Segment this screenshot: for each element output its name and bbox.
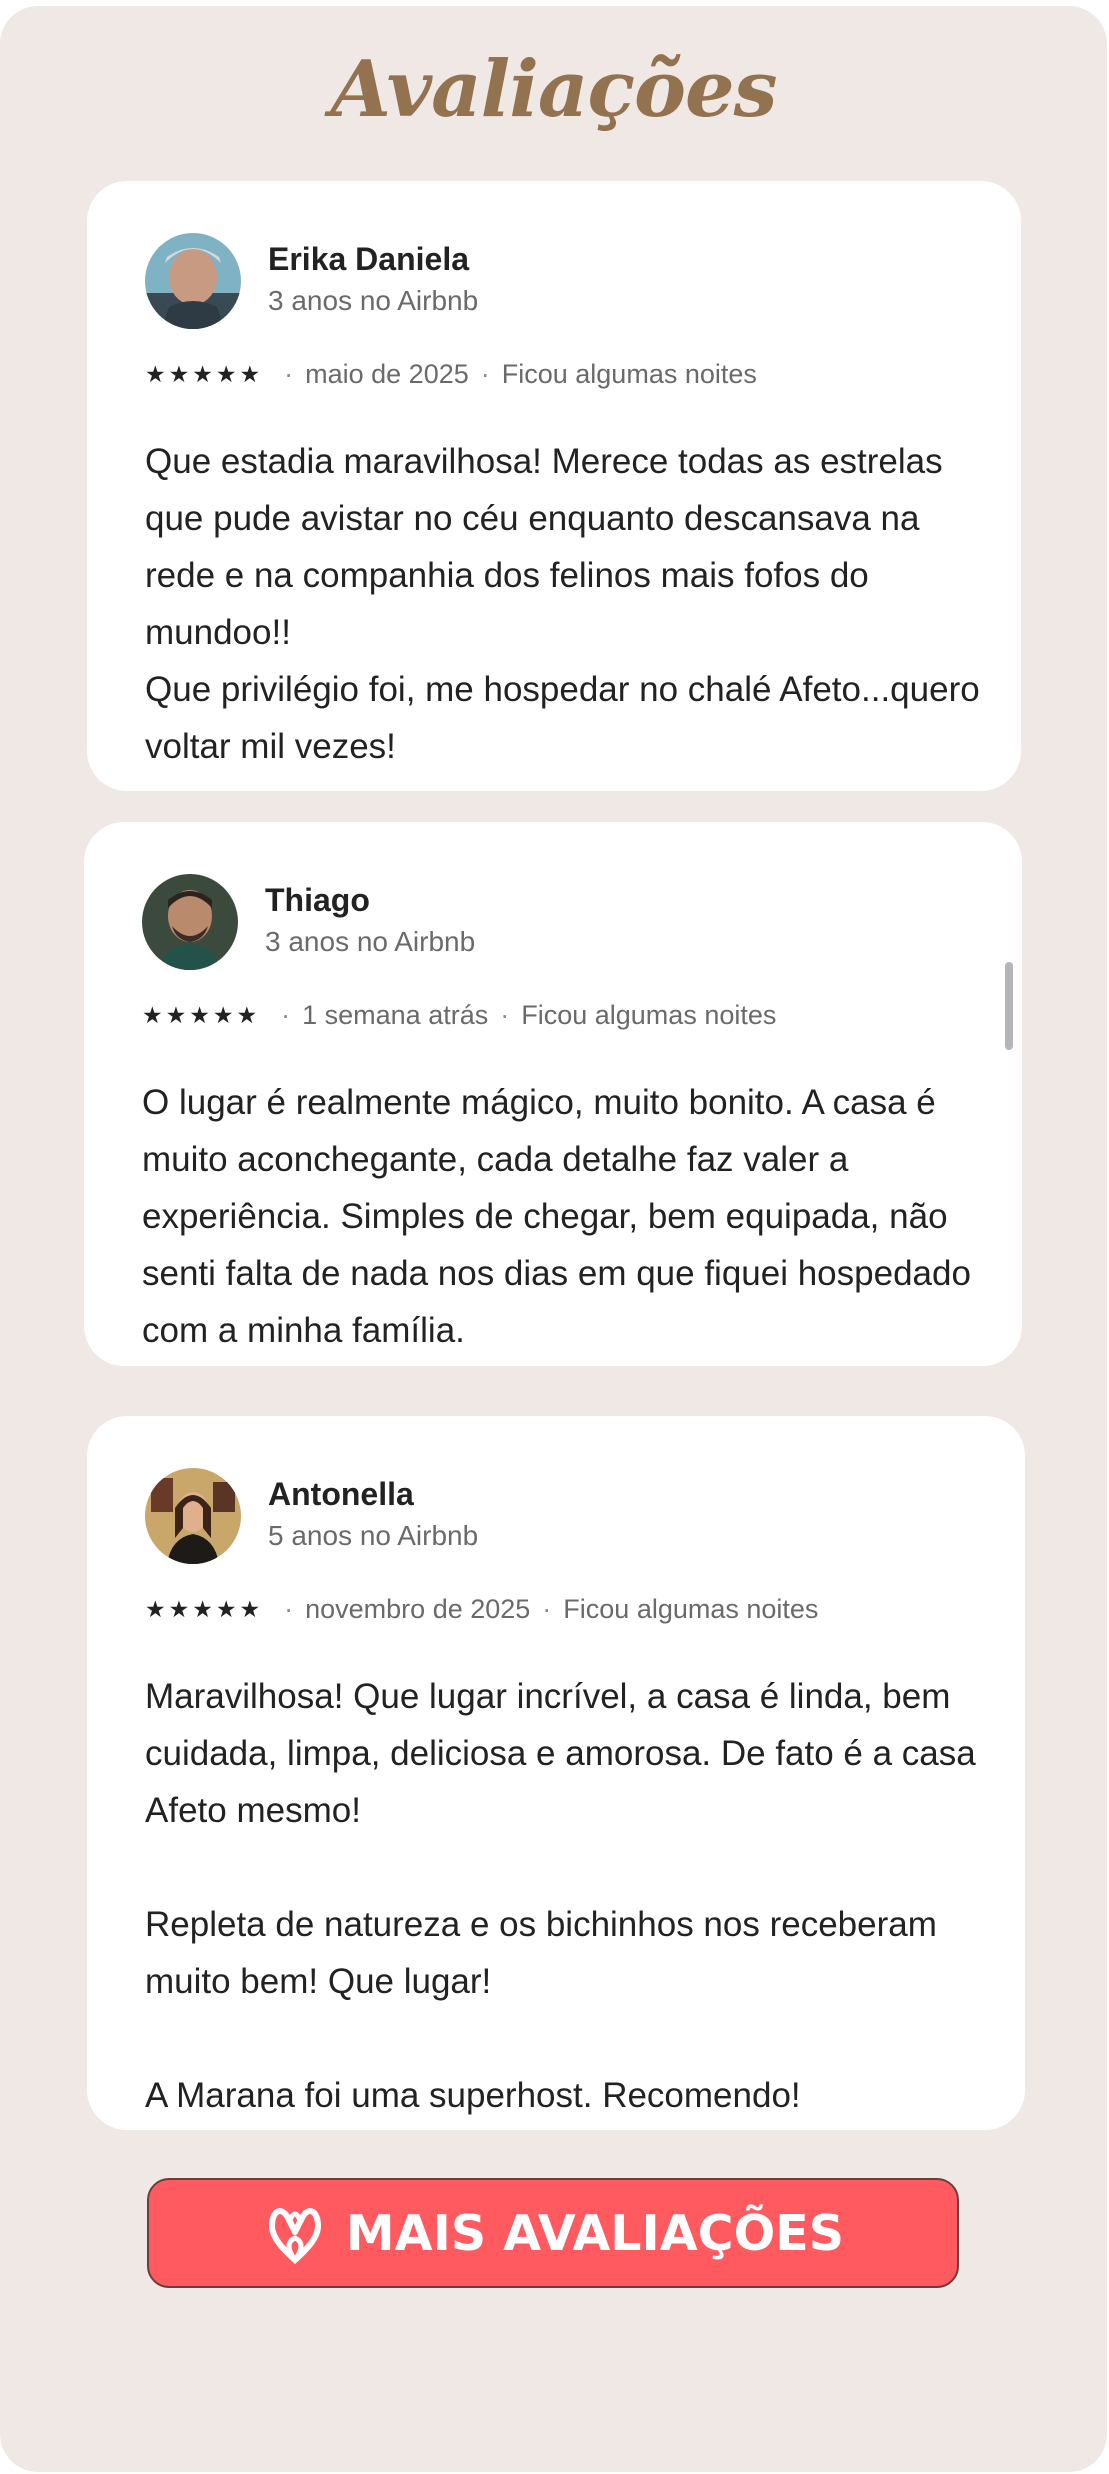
review-date: maio de 2025: [305, 359, 469, 389]
separator-dot: ·: [500, 1000, 510, 1030]
review-meta: ★ ★ ★ ★ ★ · novembro de 2025 · Ficou alg…: [145, 1594, 818, 1625]
review-text: O lugar é realmente mágico, muito bonito…: [142, 1083, 971, 1350]
star-rating: ★ ★ ★ ★ ★: [145, 363, 260, 386]
stay-length: Ficou algumas noites: [563, 1594, 819, 1624]
review-text: Maravilhosa! Que lugar incrível, a casa …: [145, 1677, 976, 2115]
review-date: 1 semana atrás: [302, 1000, 489, 1030]
avatar[interactable]: [145, 233, 241, 329]
star-rating: ★ ★ ★ ★ ★: [145, 1598, 260, 1621]
avatar[interactable]: [142, 874, 238, 970]
stay-length: Ficou algumas noites: [521, 1000, 777, 1030]
separator-dot: ·: [542, 1594, 552, 1624]
review-meta: ★ ★ ★ ★ ★ · 1 semana atrás · Ficou algum…: [142, 1000, 776, 1031]
reviewer-name[interactable]: Antonella: [268, 1476, 414, 1513]
review-meta: ★ ★ ★ ★ ★ · maio de 2025 · Ficou algumas…: [145, 359, 757, 390]
avatar[interactable]: [145, 1468, 241, 1564]
reviewer-name[interactable]: Erika Daniela: [268, 241, 469, 278]
review-card: Erika Daniela 3 anos no Airbnb ★ ★ ★ ★ ★…: [87, 181, 1021, 791]
star-icon: ★: [145, 1596, 166, 1622]
more-reviews-label: MAIS AVALIAÇÕES: [345, 2204, 845, 2262]
separator-dot: ·: [284, 1594, 294, 1624]
scrollbar-thumb[interactable]: [1005, 962, 1013, 1050]
star-icon: ★: [212, 1002, 234, 1028]
star-icon: ★: [239, 361, 261, 387]
star-icon: ★: [168, 361, 190, 387]
airbnb-logo-icon: [262, 2198, 328, 2268]
separator-dot: ·: [480, 359, 490, 389]
star-icon: ★: [192, 1596, 213, 1622]
review-date: novembro de 2025: [305, 1594, 531, 1624]
reviewer-tenure: 3 anos no Airbnb: [268, 285, 479, 316]
star-icon: ★: [236, 1002, 258, 1028]
star-icon: ★: [189, 1002, 210, 1028]
star-rating: ★ ★ ★ ★ ★: [142, 1004, 257, 1027]
star-icon: ★: [142, 1002, 163, 1028]
star-icon: ★: [168, 1596, 190, 1622]
reviewer-tenure: 5 anos no Airbnb: [268, 1520, 479, 1551]
star-icon: ★: [165, 1002, 187, 1028]
reviews-panel: Avaliações Erika Daniela 3 anos no Airbn…: [0, 6, 1107, 2472]
star-icon: ★: [215, 1596, 237, 1622]
more-reviews-button[interactable]: MAIS AVALIAÇÕES: [147, 2178, 959, 2288]
review-card: Thiago 3 anos no Airbnb ★ ★ ★ ★ ★ · 1 se…: [84, 822, 1022, 1366]
star-icon: ★: [192, 361, 213, 387]
review-card: Antonella 5 anos no Airbnb ★ ★ ★ ★ ★ · n…: [87, 1416, 1025, 2130]
review-text: Que estadia maravilhosa! Merece todas as…: [145, 442, 980, 766]
page-title: Avaliações: [330, 44, 777, 135]
star-icon: ★: [145, 361, 166, 387]
separator-dot: ·: [284, 359, 294, 389]
separator-dot: ·: [281, 1000, 291, 1030]
stay-length: Ficou algumas noites: [501, 359, 757, 389]
reviewer-tenure: 3 anos no Airbnb: [265, 926, 476, 957]
star-icon: ★: [239, 1596, 261, 1622]
star-icon: ★: [215, 361, 237, 387]
reviewer-name[interactable]: Thiago: [265, 882, 370, 919]
